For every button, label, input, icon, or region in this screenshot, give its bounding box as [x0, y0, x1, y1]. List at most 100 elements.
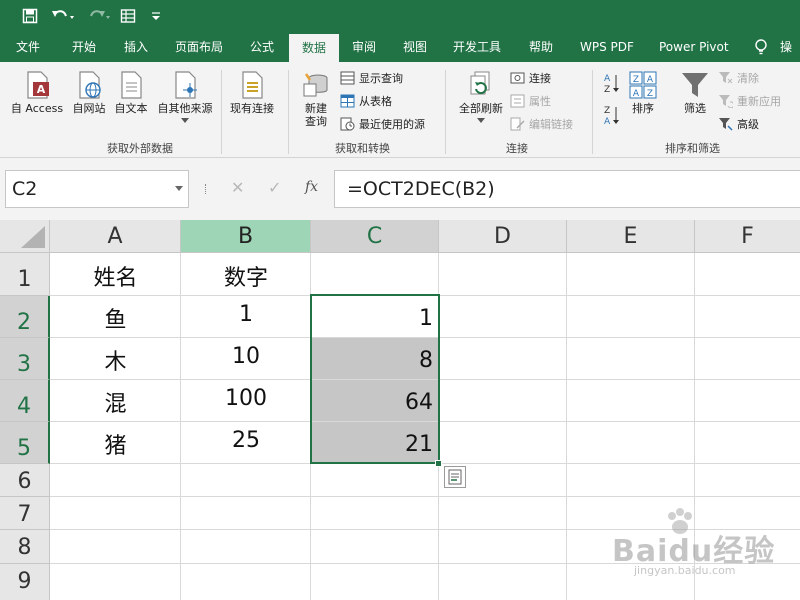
new-query-button[interactable]: 新建 查询 [296, 70, 336, 129]
tab-review[interactable]: 审阅 [352, 32, 376, 62]
title-bar [0, 0, 800, 32]
advanced-filter-icon [719, 118, 733, 131]
sort-za-icon: ZA [604, 106, 619, 126]
save-icon[interactable] [20, 6, 40, 26]
tab-view[interactable]: 视图 [403, 32, 427, 62]
show-queries-button[interactable]: 显示查询 [340, 69, 403, 87]
svg-text:Z: Z [604, 85, 610, 94]
recent-sources-button[interactable]: 最近使用的源 [340, 115, 425, 133]
row-header-4[interactable]: 4 [0, 380, 50, 422]
new-query-icon [302, 70, 330, 100]
insert-function-button[interactable]: fx [305, 179, 318, 195]
cell-a4[interactable]: 混 [50, 386, 181, 418]
column-header-c[interactable]: C [311, 220, 439, 253]
from-access-button[interactable]: A 自 Access [9, 70, 65, 116]
tab-power-pivot[interactable]: Power Pivot [659, 32, 729, 62]
lightbulb-icon[interactable] [754, 39, 768, 55]
sort-za-button[interactable]: ZA [602, 104, 622, 126]
cell-b2[interactable]: 1 [181, 302, 311, 327]
access-icon: A [23, 70, 51, 100]
tab-home[interactable]: 开始 [72, 32, 96, 62]
chevron-down-icon [477, 118, 485, 123]
group-label-get-transform: 获取和转换 [335, 142, 390, 155]
column-header-b[interactable]: B [181, 220, 311, 253]
clear-filter-icon [719, 72, 733, 84]
cancel-icon[interactable]: ✕ [231, 178, 244, 197]
svg-text:A: A [633, 89, 640, 99]
tab-file[interactable]: 文件 [16, 32, 40, 62]
from-web-button[interactable]: 自网站 [69, 70, 109, 116]
group-separator [592, 70, 593, 154]
tab-help[interactable]: 帮助 [529, 32, 553, 62]
grid-line [50, 496, 800, 497]
cell-a3[interactable]: 木 [50, 344, 181, 376]
row-header-8[interactable]: 8 [0, 530, 50, 564]
group-label-connections: 连接 [506, 142, 528, 155]
connections-button[interactable]: 连接 [510, 69, 551, 87]
sort-button[interactable]: ZAAZ 排序 [626, 70, 660, 116]
refresh-icon [467, 70, 495, 100]
name-box[interactable]: C2 [5, 170, 189, 208]
undo-icon[interactable] [50, 6, 76, 26]
cell-b1[interactable]: 数字 [181, 260, 311, 292]
properties-icon [510, 94, 525, 108]
name-box-dropdown-icon[interactable] [175, 186, 183, 191]
row-header-6[interactable]: 6 [0, 464, 50, 497]
ribbon-tabs: 文件 开始 插入 页面布局 公式 数据 审阅 视图 开发工具 帮助 WPS PD… [0, 32, 800, 62]
select-all-button[interactable] [0, 220, 50, 253]
tab-insert[interactable]: 插入 [124, 32, 148, 62]
existing-connections-button[interactable]: 现有连接 [226, 70, 278, 116]
column-header-a[interactable]: A [50, 220, 181, 253]
row-header-1[interactable]: 1 [0, 253, 50, 296]
redo-icon[interactable] [86, 6, 112, 26]
row-header-2[interactable]: 2 [0, 296, 50, 338]
refresh-all-button[interactable]: 全部刷新 [454, 70, 508, 123]
enter-check-icon[interactable]: ✓ [268, 178, 281, 197]
filter-funnel-icon [681, 70, 709, 100]
filter-button[interactable]: 筛选 [678, 70, 712, 116]
clear-filter-button[interactable]: 清除 [718, 69, 759, 87]
svg-text:Z: Z [633, 75, 639, 85]
form-icon[interactable] [118, 6, 138, 26]
column-header-d[interactable]: D [439, 220, 567, 253]
from-other-sources-button[interactable]: 自其他来源 [153, 70, 217, 123]
row-header-5[interactable]: 5 [0, 422, 50, 464]
cell-b5[interactable]: 25 [181, 428, 311, 453]
reapply-button[interactable]: 重新应用 [718, 92, 781, 110]
customize-dropdown-icon[interactable] [148, 6, 164, 26]
svg-text:A: A [604, 74, 611, 84]
cell-a2[interactable]: 鱼 [50, 302, 181, 334]
tab-tell-me[interactable]: 操 [780, 32, 792, 62]
cell-a1[interactable]: 姓名 [50, 260, 181, 292]
edit-links-button[interactable]: 编辑链接 [510, 115, 573, 133]
from-table-button[interactable]: 从表格 [340, 92, 392, 110]
properties-button[interactable]: 属性 [510, 92, 551, 110]
tab-page-layout[interactable]: 页面布局 [175, 32, 223, 62]
sort-az-button[interactable]: AZ [602, 72, 622, 94]
recent-sources-icon [340, 117, 355, 131]
advanced-filter-button[interactable]: 高级 [718, 115, 759, 133]
tab-wps-pdf[interactable]: WPS PDF [580, 32, 634, 62]
show-queries-icon [340, 71, 355, 85]
quick-analysis-button[interactable] [444, 466, 466, 488]
cell-a5[interactable]: 猪 [50, 428, 181, 460]
chevron-down-icon [181, 118, 189, 123]
sort-az-icon: AZ [604, 74, 619, 94]
watermark-url: jingyan.baidu.com [634, 564, 736, 577]
cell-b3[interactable]: 10 [181, 344, 311, 369]
row-header-3[interactable]: 3 [0, 338, 50, 380]
tab-formulas[interactable]: 公式 [250, 32, 274, 62]
tab-data[interactable]: 数据 [289, 34, 339, 62]
text-file-icon [117, 70, 145, 100]
row-header-9[interactable]: 9 [0, 564, 50, 600]
from-text-button[interactable]: 自文本 [111, 70, 151, 116]
row-header-7[interactable]: 7 [0, 497, 50, 530]
worksheet-grid: A B C D E F 1 2 3 4 5 6 7 8 9 姓名 数字 鱼 1 … [0, 220, 800, 600]
tab-developer[interactable]: 开发工具 [453, 32, 501, 62]
column-header-e[interactable]: E [567, 220, 695, 253]
fill-handle[interactable] [435, 460, 442, 467]
formula-input[interactable]: =OCT2DEC(B2) [334, 170, 800, 208]
column-header-f[interactable]: F [695, 220, 800, 253]
group-label-get-external: 获取外部数据 [107, 142, 173, 155]
cell-b4[interactable]: 100 [181, 386, 311, 411]
